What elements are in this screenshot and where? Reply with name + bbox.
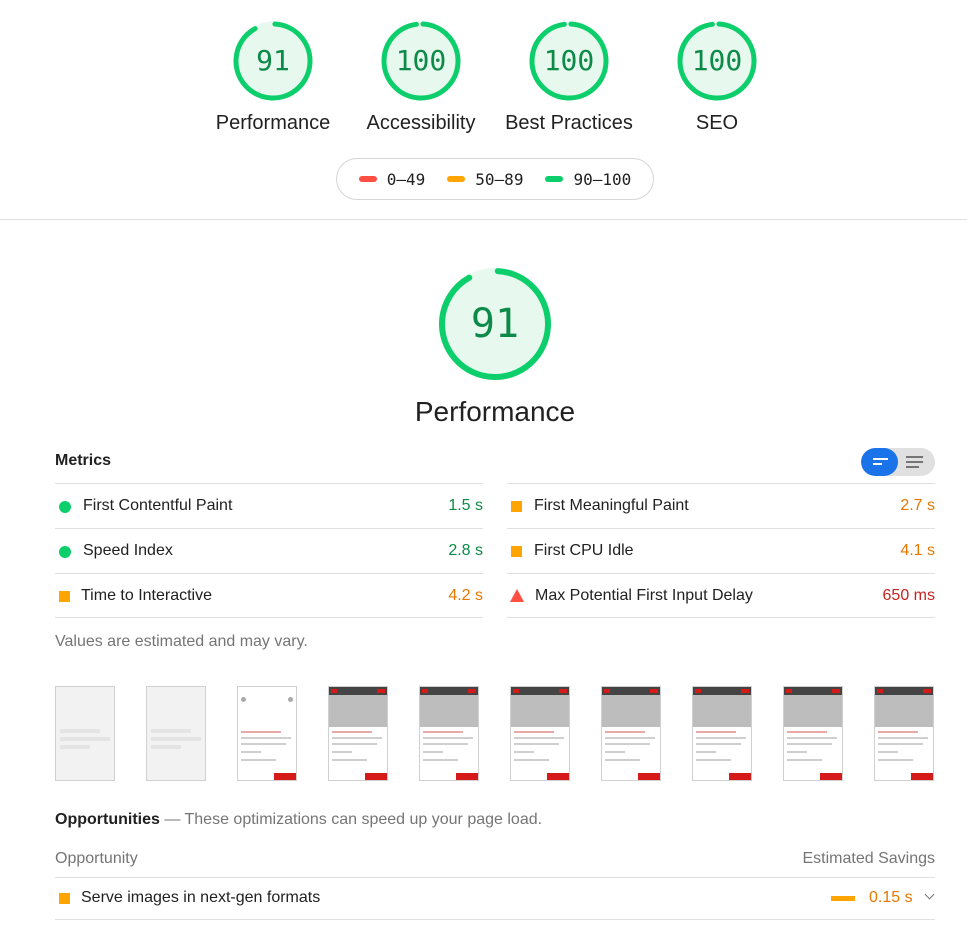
- opportunity-savings: 0.15 s: [869, 889, 913, 906]
- pass-icon: [59, 546, 71, 558]
- column-estimated-savings: Estimated Savings: [802, 850, 935, 867]
- metric-row: First Meaningful Paint 2.7 s: [507, 483, 935, 528]
- opportunity-name: Serve images in next-gen formats: [81, 889, 321, 906]
- filmstrip-frame: [237, 686, 297, 781]
- gauge-performance[interactable]: 91 Performance: [203, 20, 343, 135]
- gauge-score: 100: [543, 44, 595, 77]
- gauge-ring: 100: [676, 20, 758, 102]
- average-icon: [59, 591, 70, 602]
- metrics-view-toggle[interactable]: [861, 448, 935, 476]
- legend-fail-swatch: [358, 176, 377, 182]
- metric-row: Max Potential First Input Delay 650 ms: [507, 573, 935, 618]
- legend-label: 0–49: [386, 169, 426, 189]
- chevron-down-icon[interactable]: [924, 889, 935, 900]
- metric-row: First Contentful Paint 1.5 s: [55, 483, 483, 528]
- average-icon: [511, 546, 522, 557]
- pass-icon: [59, 501, 71, 513]
- metric-name: First CPU Idle: [534, 542, 634, 559]
- metric-value: 2.8 s: [448, 542, 483, 559]
- metric-value: 2.7 s: [900, 497, 935, 514]
- summary-gauges: 91 Performance 100 Accessibility 100 Bes…: [0, 0, 967, 220]
- filmstrip-frame: [783, 686, 843, 781]
- fail-icon: [510, 589, 524, 602]
- filmstrip-frame: [146, 686, 206, 781]
- metric-name: Max Potential First Input Delay: [535, 587, 753, 604]
- gauge-score: 100: [691, 44, 743, 77]
- legend-label: 50–89: [475, 169, 524, 189]
- metric-value: 4.2 s: [448, 587, 483, 604]
- filmstrip-frame: [510, 686, 570, 781]
- metrics-column-left: First Contentful Paint 1.5 s Speed Index…: [55, 483, 483, 618]
- category-title: Performance: [414, 396, 576, 427]
- savings-bar: [831, 896, 855, 901]
- filmstrip-frame: [601, 686, 661, 781]
- gauge-label: Best Practices: [505, 112, 633, 134]
- filmstrip-frame: [328, 686, 388, 781]
- gauge-seo[interactable]: 100 SEO: [647, 20, 787, 135]
- metric-value: 4.1 s: [900, 542, 935, 559]
- section-divider: [0, 219, 967, 220]
- legend-label: 90–100: [573, 169, 632, 189]
- category-score: 91: [470, 301, 520, 347]
- average-icon: [59, 893, 70, 904]
- metric-value: 1.5 s: [448, 497, 483, 514]
- average-icon: [511, 501, 522, 512]
- gauge-score: 91: [256, 44, 290, 77]
- legend-average-swatch: [447, 176, 466, 182]
- metrics-note: Values are estimated and may vary.: [55, 633, 308, 650]
- metric-row: Speed Index 2.8 s: [55, 528, 483, 573]
- metrics-heading: Metrics: [55, 452, 112, 469]
- gauge-label: Accessibility: [366, 112, 476, 134]
- legend-item-pass: 90–100: [545, 170, 631, 189]
- opportunity-row[interactable]: Serve images in next-gen formats 0.15 s: [55, 878, 935, 920]
- legend-item-fail: 0–49: [358, 169, 426, 189]
- metric-name: Speed Index: [83, 542, 173, 559]
- filmstrip: [55, 686, 935, 782]
- gauge-best-practices[interactable]: 100 Best Practices: [499, 20, 639, 135]
- gauge-ring: 100: [528, 20, 610, 102]
- opportunities-header: Opportunities — These optimizations can …: [55, 811, 542, 829]
- column-opportunity: Opportunity: [55, 850, 138, 867]
- gauge-score: 100: [395, 44, 447, 77]
- gauge-label: SEO: [695, 112, 739, 134]
- category-gauge: 91: [437, 266, 553, 382]
- opportunities-columns: Opportunity Estimated Savings: [55, 840, 935, 878]
- legend-item-average: 50–89: [447, 170, 523, 189]
- metric-name: First Meaningful Paint: [534, 497, 689, 514]
- filmstrip-frame: [874, 686, 934, 781]
- filmstrip-frame: [692, 686, 752, 781]
- metric-value: 650 ms: [882, 587, 935, 604]
- metric-name: Time to Interactive: [81, 587, 213, 604]
- legend-pass-swatch: [545, 176, 564, 182]
- gauge-ring: 91: [232, 20, 314, 102]
- metric-row: Time to Interactive 4.2 s: [55, 573, 483, 618]
- score-scale-legend: 0–49 50–89 90–100: [336, 158, 654, 200]
- metric-name: First Contentful Paint: [83, 497, 233, 514]
- filmstrip-frame: [55, 686, 115, 781]
- opportunities-description: — These optimizations can speed up your …: [164, 811, 543, 828]
- gauge-accessibility[interactable]: 100 Accessibility: [351, 20, 491, 135]
- metrics-column-right: First Meaningful Paint 2.7 s First CPU I…: [507, 483, 935, 618]
- gauge-ring: 100: [380, 20, 462, 102]
- opportunities-title: Opportunities: [55, 811, 160, 828]
- compact-view-icon[interactable]: [861, 448, 898, 476]
- filmstrip-frame: [419, 686, 479, 781]
- gauge-label: Performance: [215, 112, 331, 134]
- metric-row: First CPU Idle 4.1 s: [507, 528, 935, 573]
